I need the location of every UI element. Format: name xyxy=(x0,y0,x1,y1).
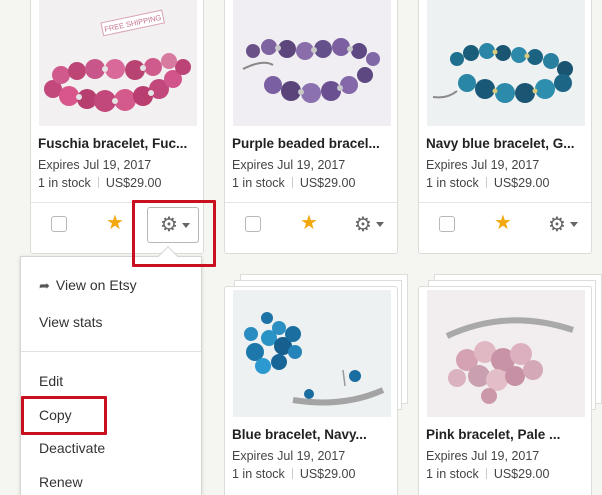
menu-item-renew[interactable]: Renew xyxy=(39,474,83,490)
listing-price: US$29.00 xyxy=(105,176,162,190)
purple-bracelet-image xyxy=(233,0,391,126)
listing-title[interactable]: Pink bracelet, Pale ... xyxy=(419,427,591,442)
listing-card: Blue bracelet, Navy... Expires Jul 19, 2… xyxy=(224,286,398,495)
listing-stock-price: 1 in stock US$29.00 xyxy=(419,176,591,190)
menu-item-view-on-etsy[interactable]: ➦ View on Etsy xyxy=(39,277,137,294)
settings-dropdown-button[interactable]: ⚙ xyxy=(536,211,588,239)
stock-count: 1 in stock xyxy=(232,467,285,481)
gear-icon: ⚙ xyxy=(354,214,372,236)
settings-dropdown-button[interactable]: ⚙ xyxy=(342,211,394,239)
menu-item-label: View on Etsy xyxy=(55,277,137,293)
blue-bracelet-image xyxy=(233,290,391,417)
listing-stock-price: 1 in stock US$29.00 xyxy=(419,467,591,481)
listing-stock-price: 1 in stock US$29.00 xyxy=(31,176,203,190)
listing-price: US$29.00 xyxy=(299,467,356,481)
listing-price: US$29.00 xyxy=(299,176,356,190)
listing-title[interactable]: Navy blue bracelet, G... xyxy=(419,136,591,151)
listing-expiry: Expires Jul 19, 2017 xyxy=(232,449,346,463)
caret-down-icon xyxy=(570,222,578,227)
menu-item-edit[interactable]: Edit xyxy=(39,373,63,389)
external-link-icon: ➦ xyxy=(39,278,50,293)
star-icon[interactable]: ★ xyxy=(300,211,318,235)
listing-price: US$29.00 xyxy=(493,467,550,481)
navy-bracelet-image xyxy=(427,0,585,126)
fuchsia-bracelet-image: FREE SHIPPING xyxy=(39,0,197,126)
listing-photo[interactable] xyxy=(233,0,391,126)
highlight-gear-button xyxy=(132,200,216,267)
select-checkbox[interactable] xyxy=(245,216,261,232)
listing-actions: ★ ⚙ xyxy=(225,202,397,246)
listing-options-menu: ➦ View on Etsy View stats Edit Copy Deact… xyxy=(20,246,202,495)
listing-expiry: Expires Jul 19, 2017 xyxy=(232,158,346,172)
listing-photo[interactable] xyxy=(233,290,391,417)
star-icon[interactable]: ★ xyxy=(106,211,124,235)
select-checkbox[interactable] xyxy=(439,216,455,232)
menu-divider xyxy=(21,351,201,352)
listing-title[interactable]: Blue bracelet, Navy... xyxy=(225,427,397,442)
listing-stock-price: 1 in stock US$29.00 xyxy=(225,176,397,190)
star-icon[interactable]: ★ xyxy=(494,211,512,235)
listing-photo[interactable]: FREE SHIPPING xyxy=(39,0,197,126)
listing-card: Navy blue bracelet, G... Expires Jul 19,… xyxy=(418,0,592,254)
listing-title[interactable]: Purple beaded bracel... xyxy=(225,136,397,151)
listing-expiry: Expires Jul 19, 2017 xyxy=(38,158,152,172)
listing-price: US$29.00 xyxy=(493,176,550,190)
stock-count: 1 in stock xyxy=(232,176,285,190)
menu-item-deactivate[interactable]: Deactivate xyxy=(39,440,105,456)
listing-photo[interactable] xyxy=(427,290,585,417)
listing-photo[interactable] xyxy=(427,0,585,126)
pink-bracelet-image xyxy=(427,290,585,417)
stock-count: 1 in stock xyxy=(426,176,479,190)
select-checkbox[interactable] xyxy=(51,216,67,232)
gear-icon: ⚙ xyxy=(548,214,566,236)
listing-card: Pink bracelet, Pale ... Expires Jul 19, … xyxy=(418,286,592,495)
caret-down-icon xyxy=(376,222,384,227)
listing-card: Purple beaded bracel... Expires Jul 19, … xyxy=(224,0,398,254)
listing-stock-price: 1 in stock US$29.00 xyxy=(225,467,397,481)
listing-actions: ★ ⚙ xyxy=(419,202,591,246)
listing-title[interactable]: Fuschia bracelet, Fuc... xyxy=(31,136,203,151)
listing-expiry: Expires Jul 19, 2017 xyxy=(426,449,540,463)
listing-expiry: Expires Jul 19, 2017 xyxy=(426,158,540,172)
highlight-copy-item xyxy=(21,396,107,435)
stock-count: 1 in stock xyxy=(426,467,479,481)
stock-count: 1 in stock xyxy=(38,176,91,190)
menu-item-view-stats[interactable]: View stats xyxy=(39,314,103,330)
